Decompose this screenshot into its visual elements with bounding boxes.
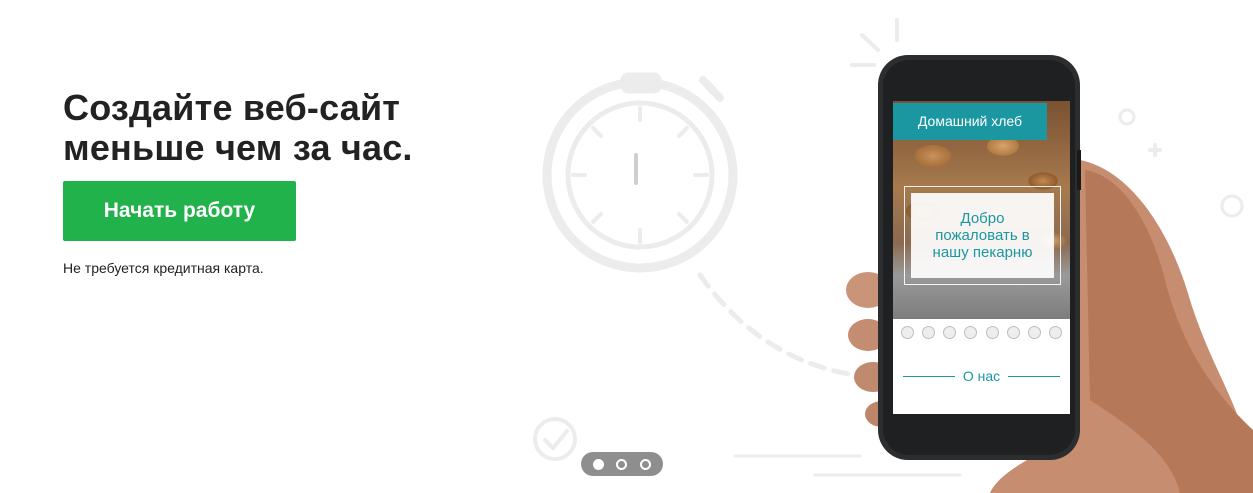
pager-dot-2[interactable]	[616, 458, 628, 470]
headline-line-2: меньше чем за час.	[63, 127, 413, 168]
pager-dot-3[interactable]	[639, 458, 651, 470]
page-headline: Создайте веб-сайт меньше чем за час.	[63, 88, 483, 168]
social-icons-row	[893, 321, 1070, 343]
about-label: О нас	[962, 368, 1001, 384]
youtube-icon	[1006, 325, 1020, 339]
hero-text: Создайте веб-сайт меньше чем за час.	[63, 88, 483, 168]
pager-dot-1[interactable]	[593, 458, 605, 470]
google-plus-icon	[1027, 325, 1041, 339]
pinterest-icon	[964, 325, 978, 339]
instagram-icon	[943, 325, 957, 339]
welcome-frame: Добро пожаловать в нашу пекарню	[904, 186, 1061, 285]
about-divider-right	[1008, 375, 1061, 377]
no-credit-card-note: Не требуется кредитная карта.	[63, 260, 264, 276]
facebook-icon	[901, 325, 915, 339]
phone-screen: Домашний хлеб Добро пожаловать в нашу пе…	[893, 101, 1070, 414]
site-title: Домашний хлеб	[893, 103, 1047, 140]
stopwatch-icon	[542, 72, 858, 378]
about-link: О нас	[903, 366, 1061, 386]
headline-line-1: Создайте веб-сайт	[63, 87, 401, 128]
email-icon	[1048, 325, 1062, 339]
about-divider-left	[903, 375, 955, 377]
slider-pager	[581, 452, 663, 476]
checkmark-circle-icon	[533, 417, 577, 461]
linkedin-icon	[985, 325, 999, 339]
twitter-icon	[922, 325, 936, 339]
start-button[interactable]: Начать работу	[63, 181, 296, 241]
welcome-text: Добро пожаловать в нашу пекарню	[911, 193, 1054, 278]
